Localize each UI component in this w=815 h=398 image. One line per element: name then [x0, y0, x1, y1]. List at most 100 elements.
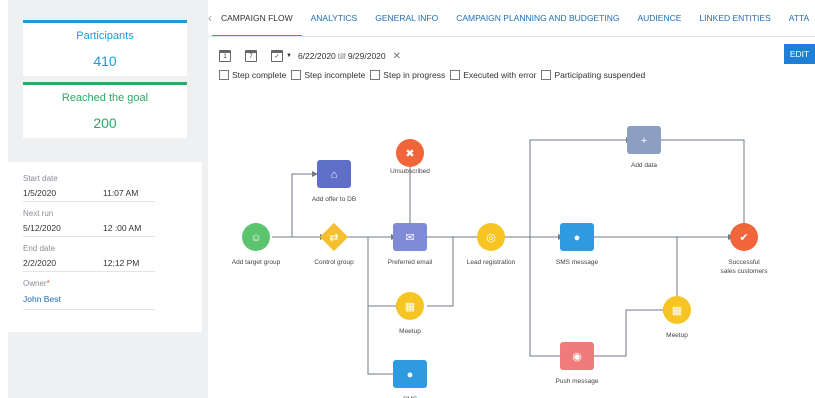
calendar-week-icon[interactable]: 7 [245, 50, 257, 62]
app-root: Participants 410 Reached the goal 200 St… [0, 0, 815, 398]
reached-goal-label: Reached the goal [61, 92, 149, 104]
push-message-icon: ◉ [572, 351, 582, 363]
flow-node[interactable]: ⇄ Control group [314, 222, 354, 266]
left-panel: Participants 410 Reached the goal 200 St… [0, 0, 208, 398]
owner-link[interactable]: John Best [23, 294, 155, 310]
edit-button[interactable]: EDIT [784, 44, 815, 64]
add-data-icon: + [641, 135, 647, 147]
filter-label: Step incomplete [304, 70, 366, 80]
checkbox[interactable] [450, 70, 461, 80]
filter-step-complete[interactable]: Step complete [219, 70, 286, 80]
tab-general-info[interactable]: General info [366, 0, 447, 36]
filter-executed-with-error[interactable]: Executed with error [450, 70, 536, 80]
flow-node[interactable]: + Add data [627, 126, 661, 169]
next-run-time-value: 12 :00 AM [103, 223, 142, 233]
date-from: 6/22/2020 [297, 51, 336, 61]
owner-label: Owner* [23, 279, 202, 288]
node-label: Successful [728, 259, 760, 266]
owner-label-text: Owner [23, 279, 47, 288]
window-edge [0, 0, 8, 398]
email-icon: ✉ [405, 232, 414, 244]
node-label: Preferred email [388, 259, 433, 266]
checkbox[interactable] [541, 70, 552, 80]
node-label: Unsubscribed [390, 168, 430, 175]
participants-label: Participants [76, 30, 134, 42]
checkbox[interactable] [370, 70, 381, 80]
unsubscribed-icon: ✖ [405, 148, 414, 160]
node-label: Add data [631, 162, 657, 169]
date-till: till [337, 51, 346, 61]
end-date-field[interactable]: 2/2/2020 12:12 PM [23, 255, 155, 272]
start-time-value: 11:07 AM [103, 188, 139, 198]
flow-node[interactable]: ⌂ Add offer to DB [312, 160, 356, 203]
tab-linked-entities[interactable]: Linked entities [690, 0, 779, 36]
node-label: SMS message [556, 259, 599, 266]
tab-analytics[interactable]: Analytics [302, 0, 367, 36]
filter-participating-suspended[interactable]: Participating suspended [541, 70, 645, 80]
end-time-value: 12:12 PM [103, 258, 140, 268]
calendar-range-icon[interactable]: ✓ [271, 50, 283, 62]
success-icon: ✔ [739, 232, 748, 244]
node-label: Add target group [232, 259, 281, 266]
filter-label: Participating suspended [554, 70, 646, 80]
participants-kpi: Participants 410 [23, 20, 187, 76]
sms-icon: ● [407, 369, 414, 381]
filter-step-incomplete[interactable]: Step incomplete [291, 70, 365, 80]
calendar-day-icon[interactable]: 1 [219, 50, 231, 62]
filter-label: Executed with error [463, 70, 537, 80]
target-group-icon: ☺ [250, 232, 261, 244]
start-date-field[interactable]: 1/5/2020 11:07 AM [23, 185, 155, 202]
start-date-value: 1/5/2020 [23, 188, 57, 198]
flow-node[interactable]: ●SMS [393, 360, 427, 398]
date-toolbar: 1 7 ✓ ▼ 6/22/2020 till 9/29/2020 ✕ [219, 49, 401, 63]
tab-attachments[interactable]: Atta [780, 0, 815, 36]
sms-icon: ● [574, 232, 581, 244]
offer-icon: ⌂ [331, 169, 338, 181]
flow-node[interactable]: ☺ Add target group [232, 223, 281, 266]
target-icon: ◎ [486, 232, 496, 244]
node-label: Lead registration [467, 259, 516, 266]
flow-node[interactable]: ✖ Unsubscribed [390, 139, 430, 175]
required-marker: * [46, 279, 50, 288]
filter-step-in-progress[interactable]: Step in progress [370, 70, 445, 80]
next-run-field[interactable]: 5/12/2020 12 :00 AM [23, 220, 155, 237]
end-date-label: End date [23, 244, 56, 253]
node-label: Meetup [399, 328, 421, 335]
node-label: Add offer to DB [312, 196, 356, 203]
node-label: sales customers [721, 268, 769, 275]
calendar-icon: ▦ [672, 305, 682, 317]
node-label: Control group [314, 259, 354, 266]
date-to: 9/29/2020 [347, 51, 386, 61]
tab-bar: ‹ Campaign flow Analytics General info C… [208, 0, 815, 37]
calendar-icon: ▦ [405, 301, 415, 313]
participants-value: 410 [93, 53, 117, 69]
next-run-label: Next run [23, 209, 54, 218]
node-label: Push message [556, 378, 599, 385]
tab-audience[interactable]: Audience [628, 0, 690, 36]
tab-campaign-flow[interactable]: Campaign flow [212, 0, 302, 36]
flow-nodes: ☺ Add target group ⌂ Add offer to DB ⇄ Contro… [232, 126, 768, 398]
campaign-flow-canvas[interactable]: ☺ Add target group ⌂ Add offer to DB ⇄ Contro… [208, 88, 815, 398]
close-icon[interactable]: ✕ [393, 51, 401, 62]
checkbox[interactable] [219, 70, 229, 80]
flow-node[interactable]: ✔ Successful sales customers [721, 223, 769, 275]
start-date-label: Start date [23, 174, 58, 183]
shuffle-icon: ⇄ [329, 232, 338, 244]
flow-node[interactable]: ◉ Push message [556, 342, 599, 385]
reached-goal-value: 200 [93, 115, 117, 131]
flow-node[interactable]: ◎ Lead registration [467, 223, 516, 266]
end-date-value: 2/2/2020 [23, 258, 57, 268]
flow-node[interactable]: ▦ Meetup [663, 296, 691, 339]
chevron-down-icon[interactable]: ▼ [286, 53, 292, 59]
next-run-date-value: 5/12/2020 [23, 223, 61, 233]
flow-node[interactable]: ✉ Preferred email [388, 223, 433, 266]
node-label: Meetup [666, 332, 688, 339]
status-filters: Step complete Step incomplete Step in pr… [219, 70, 650, 80]
flow-node[interactable]: ▦ Meetup [396, 292, 424, 335]
reached-goal-kpi: Reached the goal 200 [23, 82, 187, 138]
tab-campaign-planning[interactable]: Campaign planning and budgeting [447, 0, 628, 36]
checkbox[interactable] [291, 70, 302, 80]
flow-node[interactable]: ● SMS message [556, 223, 599, 266]
filter-label: Step complete [232, 70, 287, 80]
date-range[interactable]: 6/22/2020 till 9/29/2020 [298, 51, 386, 61]
